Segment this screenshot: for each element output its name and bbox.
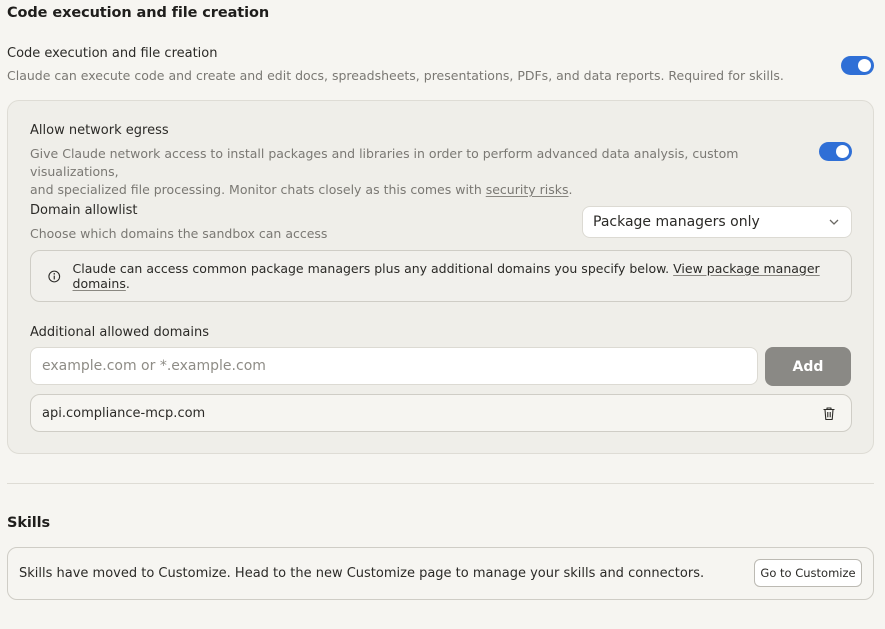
domain-allowlist-label: Domain allowlist: [30, 203, 138, 218]
selected-value: Package managers only: [593, 214, 760, 230]
go-to-customize-button[interactable]: Go to Customize: [754, 559, 862, 587]
network-egress-label: Allow network egress: [30, 123, 169, 138]
chevron-down-icon: [829, 219, 839, 225]
domain-name: api.compliance-mcp.com: [42, 405, 206, 421]
section-title: Code execution and file creation: [7, 5, 270, 21]
info-icon: [48, 270, 61, 282]
skills-notice-text: Skills have moved to Customize. Head to …: [19, 566, 705, 581]
skills-moved-notice: Skills have moved to Customize. Head to …: [7, 547, 874, 600]
egress-desc-line2: and specialized file processing. Monitor…: [30, 181, 800, 199]
add-domain-button[interactable]: Add: [765, 347, 851, 386]
code-execution-label: Code execution and file creation: [7, 46, 218, 61]
trash-icon[interactable]: [822, 406, 836, 421]
egress-desc-prefix: and specialized file processing. Monitor…: [30, 182, 486, 197]
info-text-suffix: .: [125, 276, 130, 291]
skills-title: Skills: [7, 515, 51, 531]
egress-desc-suffix: .: [568, 182, 573, 197]
toggle-knob: [858, 59, 871, 72]
info-text-body: Claude can access common package manager…: [72, 261, 674, 276]
egress-desc-line1: Give Claude network access to install pa…: [30, 146, 739, 179]
domain-allowlist-description: Choose which domains the sandbox can acc…: [30, 226, 328, 241]
info-text: Claude can access common package manager…: [73, 261, 851, 291]
section-divider: [7, 483, 874, 484]
network-egress-description: Give Claude network access to install pa…: [30, 145, 800, 199]
code-execution-toggle[interactable]: [841, 56, 874, 75]
domain-list-item: api.compliance-mcp.com: [30, 394, 852, 432]
additional-domains-label: Additional allowed domains: [30, 325, 210, 340]
security-risks-link[interactable]: security risks: [486, 182, 569, 197]
domain-input[interactable]: [30, 347, 758, 385]
network-egress-toggle[interactable]: [819, 142, 852, 161]
domain-allowlist-select[interactable]: Package managers only: [582, 206, 852, 238]
toggle-knob: [836, 145, 849, 158]
package-managers-info: Claude can access common package manager…: [30, 250, 852, 302]
code-execution-description: Claude can execute code and create and e…: [7, 68, 784, 83]
